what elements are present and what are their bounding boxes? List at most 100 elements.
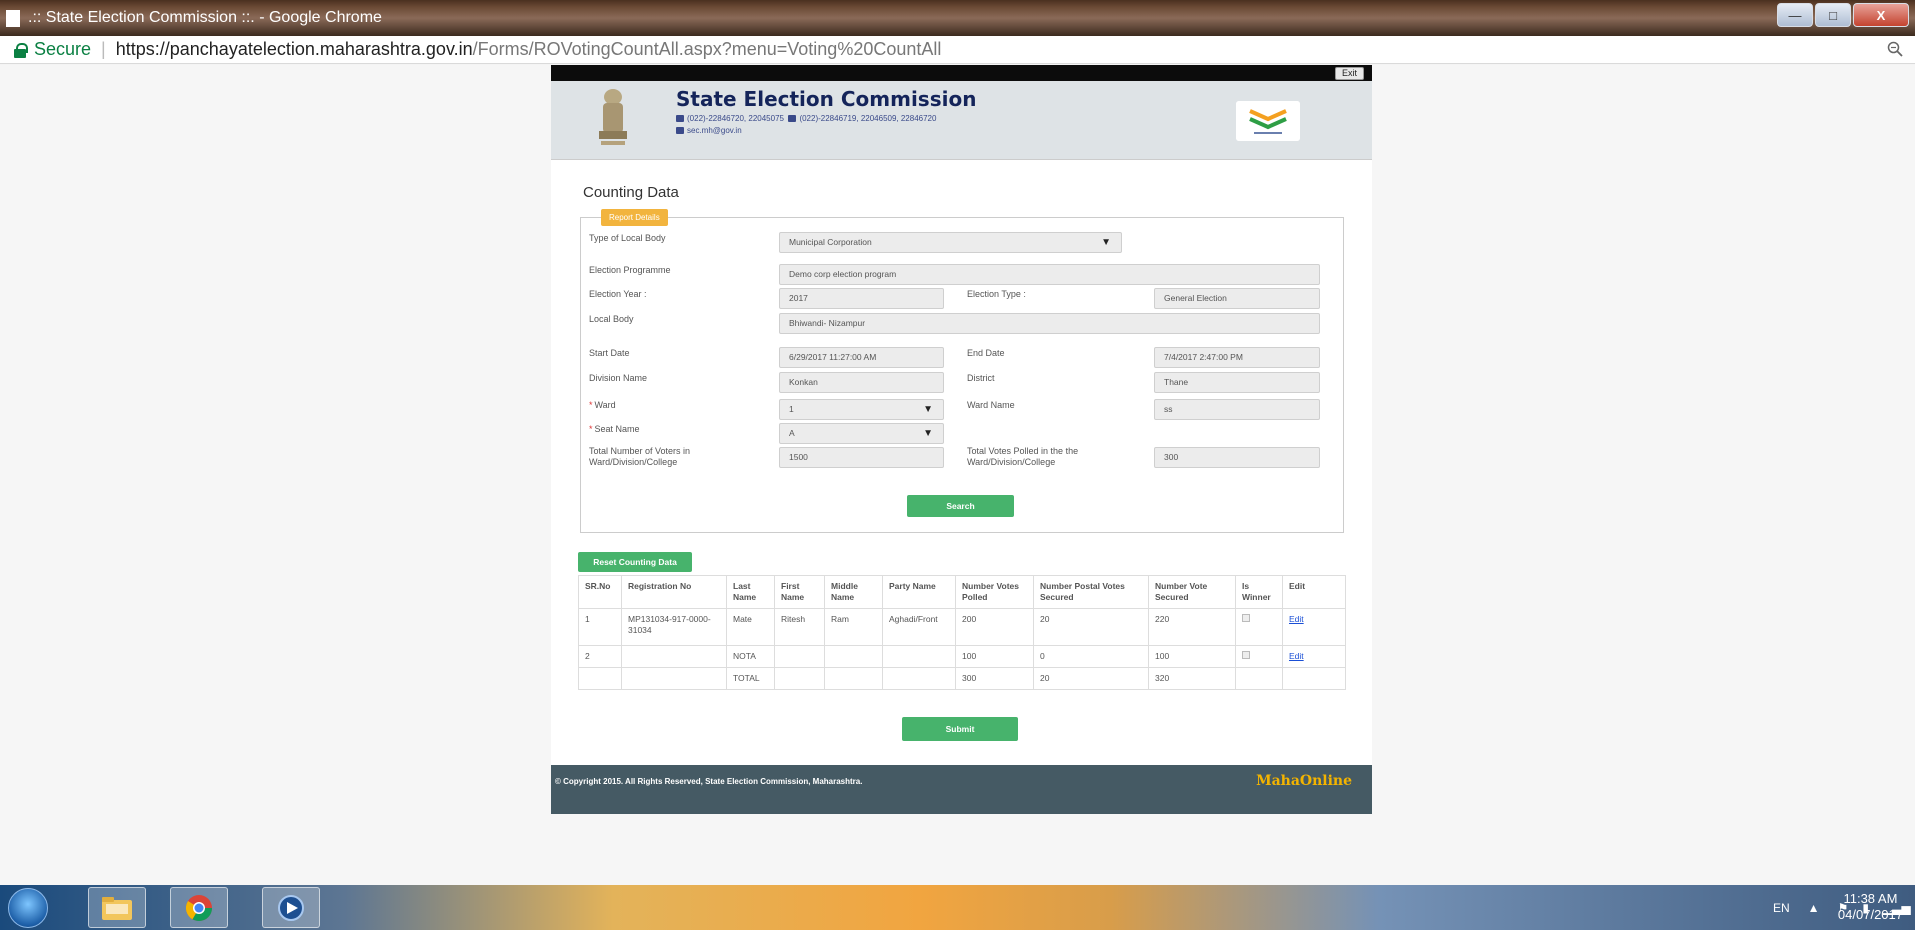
winner-checkbox[interactable]: [1242, 651, 1250, 659]
total-polled-label-line2: Ward/Division/College: [967, 457, 1056, 467]
table-row: 2 NOTA 100 0 100 Edit: [578, 645, 1346, 668]
mahaonline-logo: MahaOnline: [1256, 773, 1352, 789]
contact-info: (022)-22846720, 22045075 (022)-22846719,…: [676, 113, 936, 137]
table-header-row: SR.No Registration No Last Name First Na…: [578, 575, 1346, 609]
sec-logo-icon: [1236, 101, 1300, 141]
cell-is-winner: [1235, 645, 1283, 668]
cell-sr-no: 2: [578, 645, 622, 668]
end-date-field: 7/4/2017 2:47:00 PM: [1154, 347, 1320, 368]
local-body-field: Bhiwandi- Nizampur: [779, 313, 1320, 334]
cell-votes-polled: 200: [955, 608, 1034, 646]
total-voters-label-line1: Total Number of Voters in: [589, 446, 691, 456]
minimize-button[interactable]: —: [1777, 3, 1813, 27]
edit-link[interactable]: Edit: [1289, 651, 1304, 661]
reset-counting-data-button[interactable]: Reset Counting Data: [578, 552, 692, 572]
district-label: District: [967, 373, 995, 383]
cell-vote-secured: 100: [1148, 645, 1236, 668]
edit-link[interactable]: Edit: [1289, 614, 1304, 624]
media-player-taskbar-button[interactable]: [262, 887, 320, 928]
cell-edit: Edit: [1282, 645, 1346, 668]
state-emblem-icon: [599, 89, 627, 145]
fax-numbers: (022)-22846719, 22046509, 22846720: [799, 114, 937, 123]
fax-icon: [788, 115, 797, 123]
col-first-name: First Name: [774, 575, 825, 609]
ward-select[interactable]: 1: [779, 399, 944, 420]
cell-votes-polled: 300: [955, 667, 1034, 690]
explorer-taskbar-button[interactable]: [88, 887, 146, 928]
start-button[interactable]: [8, 888, 48, 928]
cell-registration-no: [621, 645, 727, 668]
col-registration-no: Registration No: [621, 575, 727, 609]
total-polled-label-line1: Total Votes Polled in the the: [967, 446, 1079, 456]
cell-edit: Edit: [1282, 608, 1346, 646]
cell-registration-no: [621, 667, 727, 690]
winner-checkbox[interactable]: [1242, 614, 1250, 622]
phone-numbers: (022)-22846720, 22045075: [687, 114, 784, 123]
app-container: Exit State Election Commission (022)-228…: [551, 65, 1372, 814]
cell-middle-name: [824, 645, 883, 668]
type-of-local-body-select[interactable]: Municipal Corporation: [779, 232, 1122, 253]
clock[interactable]: 11:38 AM 04/07/2017: [1838, 891, 1903, 923]
url-host: https://panchayatelection.maharashtra.go…: [115, 39, 473, 59]
window-title: .:: State Election Commission ::. - Goog…: [28, 9, 382, 26]
col-party-name: Party Name: [882, 575, 956, 609]
required-mark: *: [589, 424, 593, 434]
cell-first-name: [774, 667, 825, 690]
chrome-taskbar-button[interactable]: [170, 887, 228, 928]
seat-name-select[interactable]: A: [779, 423, 944, 444]
windows-taskbar: EN ▲ ⚑ ▮ ▁▃▅ ◀) 11:38 AM 04/07/2017: [0, 885, 1915, 930]
report-details-legend: Report Details: [601, 209, 668, 226]
lock-icon: [14, 42, 28, 58]
zoom-icon[interactable]: [1887, 41, 1903, 57]
col-is-winner: Is Winner: [1235, 575, 1283, 609]
col-sr-no: SR.No: [578, 575, 622, 609]
cell-party-name: Aghadi/Front: [882, 608, 956, 646]
exit-button[interactable]: Exit: [1334, 67, 1364, 80]
separator: |: [101, 39, 106, 59]
cell-first-name: [774, 645, 825, 668]
end-date-label: End Date: [967, 348, 1005, 358]
cell-vote-secured: 320: [1148, 667, 1236, 690]
cell-registration-no: MP131034-917-0000-31034: [621, 608, 727, 646]
page-viewport: Exit State Election Commission (022)-228…: [0, 65, 1915, 885]
cell-party-name: [882, 667, 956, 690]
maximize-button[interactable]: □: [1815, 3, 1851, 27]
phone-icon: [676, 115, 684, 123]
copyright-text: © Copyright 2015. All Rights Reserved, S…: [555, 777, 863, 786]
cell-edit: [1282, 667, 1346, 690]
col-middle-name: Middle Name: [824, 575, 883, 609]
start-date-label: Start Date: [589, 348, 630, 358]
clock-date: 04/07/2017: [1837, 907, 1903, 922]
required-mark: *: [589, 400, 593, 410]
close-button[interactable]: X: [1853, 3, 1909, 27]
col-postal-votes: Number Postal Votes Secured: [1033, 575, 1149, 609]
cell-is-winner: [1235, 608, 1283, 646]
site-footer: © Copyright 2015. All Rights Reserved, S…: [551, 765, 1372, 814]
cell-vote-secured: 220: [1148, 608, 1236, 646]
cell-postal-votes: 20: [1033, 667, 1149, 690]
search-button[interactable]: Search: [907, 495, 1014, 517]
language-indicator[interactable]: EN: [1773, 901, 1790, 915]
col-last-name: Last Name: [726, 575, 775, 609]
submit-button[interactable]: Submit: [902, 717, 1018, 741]
election-year-label: Election Year :: [589, 289, 647, 299]
cell-sr-no: [578, 667, 622, 690]
cell-postal-votes: 0: [1033, 645, 1149, 668]
page-heading: Counting Data: [583, 184, 679, 201]
page-icon: [6, 9, 20, 27]
start-date-field: 6/29/2017 11:27:00 AM: [779, 347, 944, 368]
total-voters-label-line2: Ward/Division/College: [589, 457, 678, 467]
cell-postal-votes: 20: [1033, 608, 1149, 646]
cell-sr-no: 1: [578, 608, 622, 646]
cell-middle-name: [824, 667, 883, 690]
election-type-field: General Election: [1154, 288, 1320, 309]
window-title-bar: .:: State Election Commission ::. - Goog…: [0, 0, 1915, 36]
district-field: Thane: [1154, 372, 1320, 393]
email-icon: [676, 127, 684, 135]
tray-expand-icon[interactable]: ▲: [1808, 901, 1820, 915]
ward-label: * Ward: [589, 400, 616, 411]
seat-name-label: * Seat Name: [589, 424, 640, 435]
window-controls: — □ X: [1777, 3, 1909, 27]
division-name-label: Division Name: [589, 373, 648, 383]
address-bar[interactable]: Secure | https://panchayatelection.mahar…: [0, 36, 1915, 64]
